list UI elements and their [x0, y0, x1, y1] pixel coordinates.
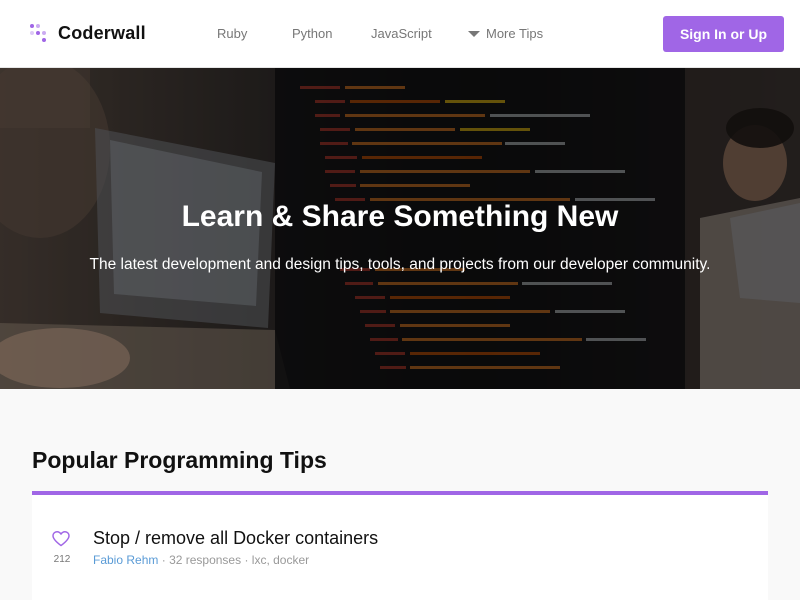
tip-tags: lxc, docker	[251, 553, 310, 567]
heart-icon[interactable]	[52, 531, 70, 547]
caret-down-icon	[468, 30, 480, 37]
hero-banner: Learn & Share Something New The latest d…	[0, 68, 800, 389]
responses-count[interactable]: 32 responses	[169, 553, 241, 567]
sign-in-button[interactable]: Sign In or Up	[663, 16, 784, 52]
coderwall-logo-icon	[30, 22, 50, 44]
tip-meta: Fabio Rehm · 32 responses · lxc, docker	[93, 553, 309, 567]
hero-subtitle: The latest development and design tips, …	[89, 256, 711, 273]
meta-separator: ·	[161, 553, 166, 567]
hero-title: Learn & Share Something New	[181, 200, 619, 233]
section-heading: Popular Programming Tips	[32, 447, 327, 473]
nav-more-tips-dropdown[interactable]: More Tips	[468, 26, 543, 41]
nav-link-ruby[interactable]: Ruby	[217, 26, 247, 41]
more-tips-label: More Tips	[486, 26, 544, 41]
brand-logo-link[interactable]: Coderwall	[30, 22, 146, 44]
author-link[interactable]: Fabio Rehm	[93, 553, 158, 567]
tip-title-link[interactable]: Stop / remove all Docker containers	[93, 528, 378, 549]
nav-link-javascript[interactable]: JavaScript	[371, 26, 432, 41]
vote-count: 212	[53, 554, 71, 565]
nav-link-python[interactable]: Python	[292, 26, 332, 41]
tip-card: 212 Stop / remove all Docker containers …	[32, 495, 768, 600]
meta-separator: ·	[244, 553, 249, 567]
top-navigation-bar: Coderwall Ruby Python JavaScript More Ti…	[0, 0, 800, 68]
brand-name: Coderwall	[58, 22, 146, 43]
